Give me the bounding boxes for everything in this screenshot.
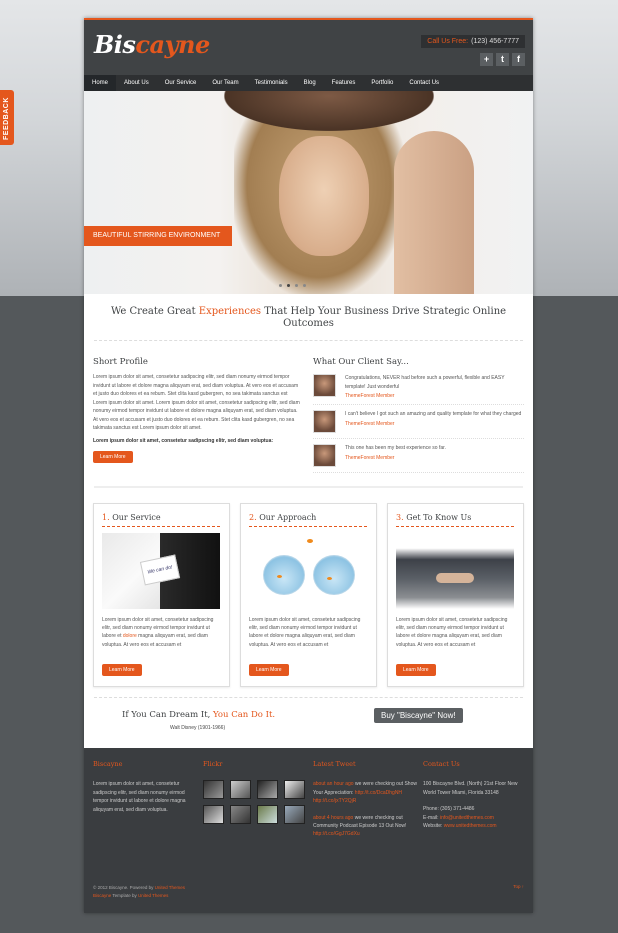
- flickr-thumb[interactable]: [257, 780, 278, 800]
- quote-text: If You Can Dream It, You Can Do It.: [122, 710, 276, 720]
- contact-address: 100 Biscayne Blvd. (North) 21st Floor Ne…: [423, 781, 518, 796]
- learn-more-button[interactable]: Learn More: [93, 451, 133, 463]
- box-text: Lorem ipsum dolor sit amet, consetetur s…: [249, 617, 361, 648]
- avatar: [313, 444, 336, 467]
- call-us-box: Call Us Free: (123) 456-7777: [421, 35, 525, 48]
- plus-icon[interactable]: +: [480, 53, 493, 66]
- hero-slider[interactable]: BEAUTIFUL STIRRING ENVIRONMENT: [84, 91, 533, 294]
- learn-more-button[interactable]: Learn More: [396, 664, 436, 676]
- learn-more-button[interactable]: Learn More: [102, 664, 142, 676]
- slider-dot[interactable]: [303, 284, 306, 287]
- tweet-link[interactable]: http://t.co/GgJ7GdXu: [313, 831, 360, 837]
- flickr-thumb[interactable]: [284, 780, 305, 800]
- short-profile: Short Profile Lorem ipsum dolor sit amet…: [93, 357, 301, 463]
- divider: [94, 486, 523, 488]
- footer-flickr: Flickr: [203, 760, 305, 825]
- back-to-top-link[interactable]: Top ↑: [513, 884, 524, 889]
- slider-dots: [279, 284, 306, 287]
- feedback-tab[interactable]: FEEDBACK: [0, 90, 14, 145]
- facebook-icon[interactable]: f: [512, 53, 525, 66]
- tweet-link[interactable]: http://t.co/DcaDhgNH: [355, 790, 402, 796]
- footer-latest-tweet: Latest Tweet about an hour ago we were c…: [313, 760, 417, 838]
- flickr-thumb[interactable]: [230, 780, 251, 800]
- footer-contact: Contact Us 100 Biscayne Blvd. (North) 21…: [423, 760, 525, 830]
- box-text: Lorem ipsum dolor sit amet, consetetur s…: [102, 617, 214, 648]
- box-title: Get To Know Us: [406, 513, 472, 522]
- team-image: [396, 533, 514, 609]
- testimonials: What Our Client Say... Congratulations, …: [313, 357, 524, 473]
- copyright: © 2012 Biscayne. Powered by United Theme…: [93, 885, 186, 898]
- testimonial-item: This one has been my best experience so …: [313, 439, 524, 473]
- phone-number: (123) 456-7777: [471, 38, 519, 45]
- nav-about-us[interactable]: About Us: [116, 75, 157, 91]
- buy-now-button[interactable]: Buy "Biscayne" Now!: [374, 708, 463, 723]
- nav-our-team[interactable]: Our Team: [204, 75, 246, 91]
- profile-text: Lorem ipsum dolor sit amet, consetetur s…: [93, 374, 300, 431]
- section-title: What Our Client Say...: [313, 357, 409, 367]
- tweet-link[interactable]: http://t.co/jxTY2QjR: [313, 798, 356, 804]
- logo[interactable]: Biscayne: [94, 30, 210, 59]
- nav-home[interactable]: Home: [84, 75, 117, 91]
- contact-email: E-mail: info@unitedthemes.com: [423, 814, 494, 821]
- footer: Biscayne Lorem ipsum dolor sit amet, con…: [84, 748, 533, 913]
- slider-dot[interactable]: [287, 284, 290, 287]
- nav-blog[interactable]: Blog: [296, 75, 324, 91]
- footer-about: Biscayne Lorem ipsum dolor sit amet, con…: [93, 760, 186, 813]
- twitter-icon[interactable]: t: [496, 53, 509, 66]
- section-title: Short Profile: [93, 357, 148, 367]
- header: Biscayne Call Us Free: (123) 456-7777 + t…: [84, 18, 533, 75]
- nav-contact-us[interactable]: Contact Us: [401, 75, 447, 91]
- divider: [94, 697, 523, 698]
- quote-author: Walt Disney (1901-1966): [170, 725, 226, 731]
- box-title: Our Approach: [259, 513, 317, 522]
- nav-our-service[interactable]: Our Service: [157, 75, 205, 91]
- slider-dot[interactable]: [279, 284, 282, 287]
- approach-image: [249, 533, 367, 609]
- approach-box: 2. Our Approach Lorem ipsum dolor sit am…: [240, 503, 377, 687]
- get-to-know-us-box: 3. Get To Know Us Lorem ipsum dolor sit …: [387, 503, 524, 687]
- avatar: [313, 374, 336, 397]
- page-container: Biscayne Call Us Free: (123) 456-7777 + t…: [84, 18, 533, 913]
- box-text: Lorem ipsum dolor sit amet, consetetur s…: [396, 617, 508, 648]
- divider: [94, 340, 523, 341]
- nav-testimonials[interactable]: Testimonials: [247, 75, 296, 91]
- slider-dot[interactable]: [295, 284, 298, 287]
- flickr-gallery: [203, 780, 305, 825]
- flickr-thumb[interactable]: [203, 780, 224, 800]
- service-image: We can do!: [102, 533, 220, 609]
- flickr-thumb[interactable]: [284, 805, 305, 825]
- profile-bold-text: Lorem ipsum dolor sit amet, consetetur s…: [93, 437, 274, 444]
- contact-website: Website: www.unitedthemes.com: [423, 823, 497, 830]
- service-box: 1. Our Service We can do! Lorem ipsum do…: [93, 503, 230, 687]
- box-title: Our Service: [112, 513, 161, 522]
- social-icons: + t f: [480, 53, 525, 66]
- tweet-item: about 4 hours ago we were checking out C…: [313, 814, 407, 838]
- avatar: [313, 410, 336, 433]
- testimonial-item: Congratulations, NEVER had before such a…: [313, 369, 524, 405]
- main-nav: Home About Us Our Service Our Team Testi…: [84, 75, 533, 91]
- tweet-item: about an hour ago we were checking out S…: [313, 781, 417, 805]
- flickr-thumb[interactable]: [203, 805, 224, 825]
- learn-more-button[interactable]: Learn More: [249, 664, 289, 676]
- flickr-thumb[interactable]: [257, 805, 278, 825]
- testimonial-item: I can't believe I got such an amazing an…: [313, 405, 524, 439]
- nav-features[interactable]: Features: [324, 75, 364, 91]
- slider-caption: BEAUTIFUL STIRRING ENVIRONMENT: [84, 226, 233, 246]
- headline: We Create Great Experiences That Help Yo…: [110, 306, 507, 329]
- nav-portfolio[interactable]: Portfolio: [363, 75, 401, 91]
- contact-phone: Phone: (305) 371-4486: [423, 806, 475, 813]
- flickr-thumb[interactable]: [230, 805, 251, 825]
